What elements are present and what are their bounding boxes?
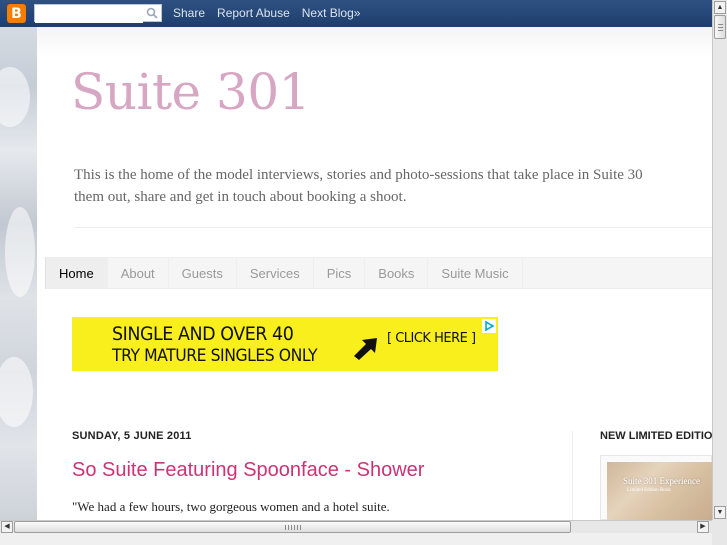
search-icon[interactable]: [146, 7, 158, 19]
ad-banner[interactable]: SINGLE AND OVER 40 TRY MATURE SINGLES ON…: [72, 317, 498, 371]
ad-subheadline: TRY MATURE SINGLES ONLY: [112, 346, 318, 366]
post-title[interactable]: So Suite Featuring Spoonface - Shower: [72, 459, 424, 482]
report-abuse-link[interactable]: Report Abuse: [217, 6, 290, 20]
arrow-icon: [354, 338, 377, 360]
blogger-logo-icon[interactable]: B: [7, 4, 26, 23]
tab-guests[interactable]: Guests: [169, 258, 237, 289]
navbar-links: Share Report Abuse Next Blog»: [173, 6, 372, 20]
blogger-navbar: B Share Report Abuse Next Blog»: [0, 0, 712, 27]
vertical-scrollbar[interactable]: ▲ ▼: [712, 0, 727, 520]
blog-title[interactable]: Suite 301: [71, 63, 310, 121]
description-line-2: them out, share and get in touch about b…: [74, 189, 407, 205]
tab-pics[interactable]: Pics: [314, 258, 366, 289]
scroll-left-arrow-icon[interactable]: ◀: [1, 521, 13, 533]
post-body: "We had a few hours, two gorgeous women …: [72, 499, 390, 514]
scrollbar-corner: [712, 520, 727, 545]
scroll-right-arrow-icon[interactable]: ▶: [697, 521, 709, 533]
tab-books[interactable]: Books: [365, 258, 429, 289]
tab-services[interactable]: Services: [237, 258, 314, 289]
post-date: SUNDAY, 5 JUNE 2011: [72, 430, 192, 442]
scroll-down-arrow-icon[interactable]: ▼: [714, 506, 726, 519]
sidebar-widget-title: NEW LIMITED EDITION: [600, 430, 712, 442]
horizontal-scrollbar[interactable]: ◀ ▶: [0, 520, 712, 533]
page-tabs: Home About Guests Services Pics Books Su…: [45, 257, 712, 289]
description-line-1: This is the home of the model interviews…: [74, 167, 643, 183]
sidebar-image-caption: Suite 301 Experience: [623, 476, 700, 486]
navbar-search-box: [34, 4, 162, 23]
share-link[interactable]: Share: [173, 6, 205, 20]
tab-about[interactable]: About: [108, 258, 169, 289]
header-divider: [74, 227, 712, 228]
scroll-up-arrow-icon[interactable]: ▲: [714, 1, 726, 14]
next-blog-link[interactable]: Next Blog»: [302, 6, 361, 20]
adchoices-icon[interactable]: [482, 319, 496, 333]
sidebar-image-subcaption: Limited Edition Book: [627, 488, 671, 493]
tab-home[interactable]: Home: [45, 258, 108, 289]
sidebar-book-image[interactable]: Suite 301 Experience Limited Edition Boo…: [607, 462, 712, 520]
navbar-search-input[interactable]: [35, 7, 143, 23]
horizontal-scroll-thumb[interactable]: [14, 521, 571, 533]
ad-click-here[interactable]: [ CLICK HERE ]: [387, 331, 476, 346]
window-bottom-edge: [0, 533, 712, 545]
ad-headline: SINGLE AND OVER 40: [112, 323, 294, 345]
blog-description: This is the home of the model interviews…: [74, 164, 712, 208]
sidebar-divider: [572, 431, 573, 520]
blog-content: Suite 301 This is the home of the model …: [37, 27, 712, 520]
tab-suite-music[interactable]: Suite Music: [428, 258, 523, 289]
vertical-scroll-thumb[interactable]: [714, 15, 726, 39]
background-photo: [0, 27, 37, 520]
